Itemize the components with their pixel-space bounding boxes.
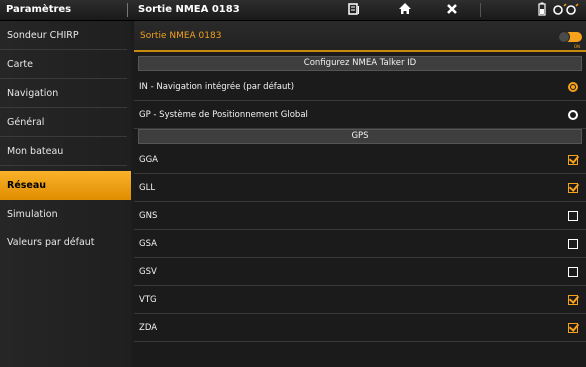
sidebar-item-sondeur[interactable]: Sondeur CHIRP [0,21,127,50]
app-frame: Paramètres Sortie NMEA 0183 Sondeur CHIR… [0,0,586,367]
gps-sentence-row[interactable]: GNS [134,202,586,230]
sidebar-item-general[interactable]: Général [0,108,127,137]
gps-sentence-row[interactable]: GSV [134,258,586,286]
radio-selected-icon[interactable] [568,82,578,92]
checkbox-checked-icon[interactable] [568,155,578,165]
sidebar-item-reseau[interactable]: Réseau [0,171,131,200]
radio-unselected-icon[interactable] [568,110,578,120]
toggle-state-label: ON [573,44,580,49]
gps-sentence-row[interactable]: GSA [134,230,586,258]
sidebar-item-simulation[interactable]: Simulation [0,200,127,229]
sidebar-item-mon-bateau[interactable]: Mon bateau [0,137,127,166]
toggle-knob [558,31,570,43]
sidebar-item-navigation[interactable]: Navigation [0,79,127,108]
main-panel: Sortie NMEA 0183 ON Configurez NMEA Talk… [134,21,586,367]
gps-section-header: GPS [138,129,582,144]
nmea-output-header: Sortie NMEA 0183 ON [134,21,586,52]
sidebar-item-valeurs-defaut[interactable]: Valeurs par défaut [0,228,127,257]
sidebar-item-label: Sondeur CHIRP [7,30,79,41]
talker-option-label: IN - Navigation intégrée (par défaut) [139,82,295,92]
gps-sentence-row[interactable]: VTG [134,286,586,314]
talker-option-label: GP - Système de Positionnement Global [139,110,308,120]
screen-icon[interactable] [348,2,360,20]
sidebar-item-label: Carte [7,59,33,70]
gps-sentence-label: ZDA [139,323,158,333]
sidebar-item-label: Simulation [7,209,58,220]
home-icon[interactable] [398,2,412,20]
checkbox-unchecked-icon[interactable] [568,267,578,277]
nmea-output-label: Sortie NMEA 0183 [140,31,222,41]
sidebar-item-label: Mon bateau [7,146,64,157]
sidebar-item-carte[interactable]: Carte [0,50,127,79]
sidebar-item-label: Navigation [7,88,59,99]
checkbox-checked-icon[interactable] [568,323,578,333]
divider [480,3,481,17]
checkbox-checked-icon[interactable] [568,295,578,305]
sidebar-item-label: Réseau [7,180,47,191]
gps-sentence-label: GGA [139,155,158,165]
gps-sentence-label: GLL [139,183,156,193]
close-icon[interactable] [446,2,458,20]
talker-option-row[interactable]: GP - Système de Positionnement Global [134,101,586,129]
checkbox-unchecked-icon[interactable] [568,239,578,249]
talker-id-section-header: Configurez NMEA Talker ID [138,56,582,71]
divider [127,3,128,17]
gps-sentence-label: GNS [139,211,158,221]
checkbox-checked-icon[interactable] [568,183,578,193]
page-title: Sortie NMEA 0183 [138,4,240,15]
settings-title: Paramètres [6,4,72,15]
gps-sentence-label: VTG [139,295,157,305]
gps-sentence-label: GSA [139,239,157,249]
top-bar: Paramètres Sortie NMEA 0183 [0,0,586,21]
sidebar-item-label: Général [7,117,45,128]
battery-icon [538,2,546,20]
checkbox-unchecked-icon[interactable] [568,211,578,221]
gps-sentence-row[interactable]: GGA [134,146,586,174]
gps-sentence-row[interactable]: GLL [134,174,586,202]
gps-sentence-row[interactable]: ZDA [134,314,586,342]
talker-option-row[interactable]: IN - Navigation intégrée (par défaut) [134,73,586,101]
settings-icon[interactable] [552,2,582,20]
sidebar-item-label: Valeurs par défaut [7,237,95,248]
gps-sentence-label: GSV [139,267,157,277]
sidebar: Sondeur CHIRP Carte Navigation Général M… [0,21,131,367]
nmea-output-toggle[interactable]: ON [558,31,582,49]
